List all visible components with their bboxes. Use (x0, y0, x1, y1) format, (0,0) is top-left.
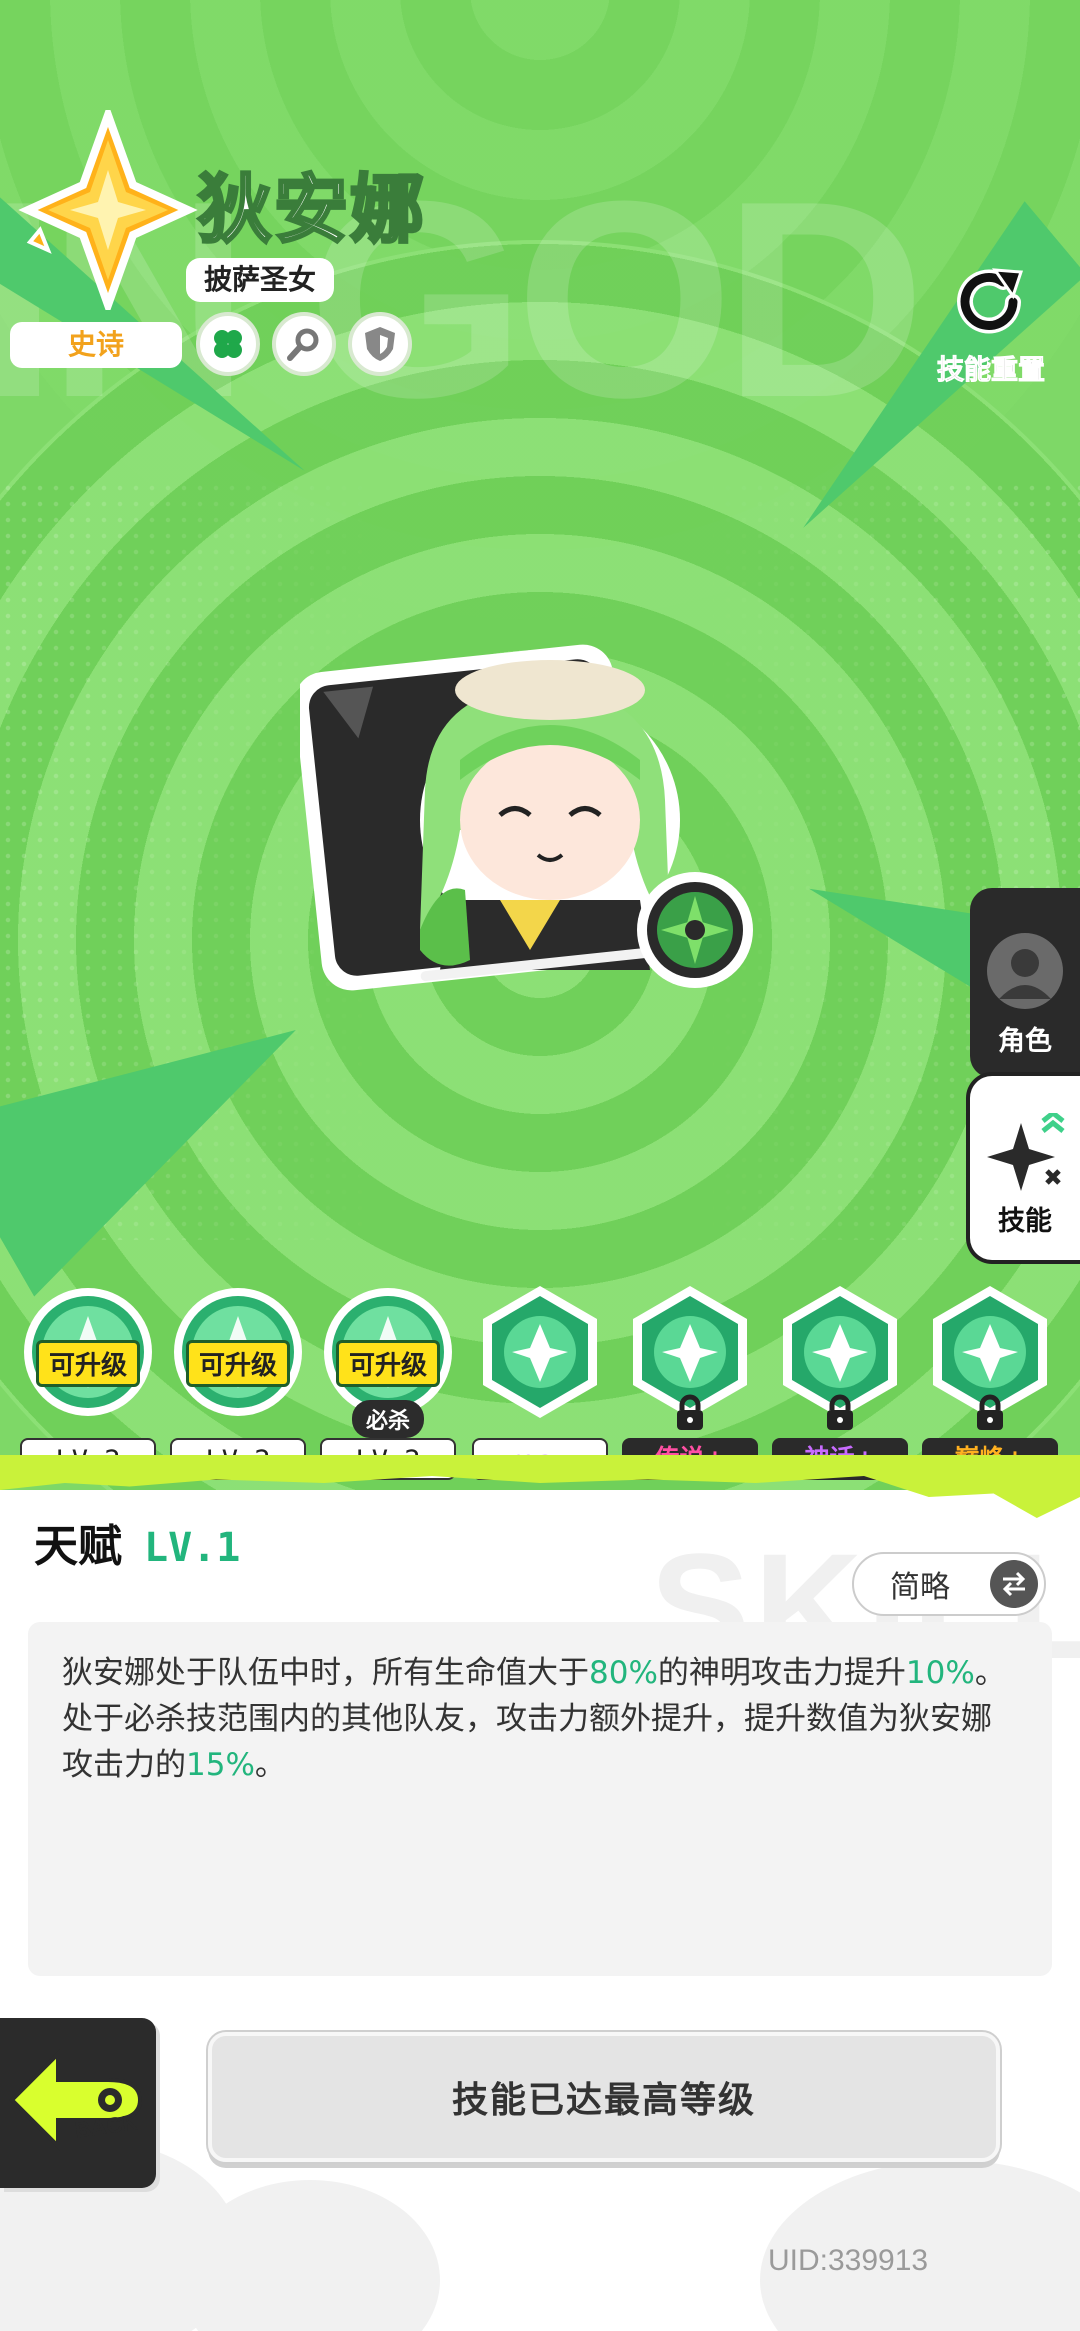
skill-slot[interactable]: 传说+ (615, 1282, 765, 1482)
skill-reset-label: 技能重置 (937, 355, 1046, 387)
shield-icon[interactable] (348, 312, 412, 376)
talent-title: 天赋 (34, 1522, 122, 1571)
description-text: 狄安娜处于队伍中时，所有生命值大于 (62, 1655, 589, 1691)
upgradable-badge: 可升级 (335, 1340, 441, 1387)
tab-role-label: 角色 (998, 1026, 1052, 1057)
reset-arrow-icon (957, 268, 1024, 334)
character-name: 狄安娜 (197, 167, 426, 253)
tab-skill-label: 技能 (998, 1206, 1052, 1237)
description-text: 。 (254, 1747, 286, 1783)
skill-slot[interactable]: 可升级必杀LV.2 (313, 1282, 463, 1482)
swap-arrows-icon (990, 1560, 1038, 1608)
upgradable-badge: 可升级 (35, 1340, 141, 1387)
skill-max-level-button[interactable]: 技能已达最高等级 (208, 2032, 1000, 2162)
description-text: 的神明攻击力提升 (657, 1655, 906, 1691)
character-portrait (300, 644, 753, 991)
description-value: 80% (589, 1655, 658, 1691)
skill-star-icon (987, 1113, 1065, 1191)
clover-icon[interactable] (196, 312, 260, 376)
character-scene: IN GOD 狄安娜 披萨圣女 史诗 技能重置 角色 技能 可升级 可升级 可升… (0, 0, 1080, 1490)
talent-level: LV.1 (144, 1525, 241, 1571)
skill-slot[interactable]: max (465, 1282, 615, 1482)
skill-slots-row: 可升级LV.2可升级LV.2可升级必杀LV.2max传说+神话+巅峰+ (0, 1282, 1080, 1482)
tab-role[interactable]: 角色 (970, 888, 1080, 1078)
lock-icon (677, 1394, 703, 1430)
magnifier-icon[interactable] (272, 312, 336, 376)
user-id: UID:339913 (768, 2244, 929, 2277)
skill-max-level-label: 技能已达最高等级 (451, 2080, 756, 2121)
avatar-icon (987, 933, 1063, 1009)
rarity-label: 史诗 (10, 322, 182, 368)
lock-icon (827, 1394, 853, 1430)
ultimate-tag: 必杀 (351, 1400, 425, 1438)
skill-slot[interactable]: 神话+ (765, 1282, 915, 1482)
lock-icon (977, 1394, 1003, 1430)
skill-slot[interactable]: 可升级LV.2 (13, 1282, 163, 1482)
brief-toggle-label: 简略 (890, 1570, 950, 1605)
description-value: 15% (186, 1747, 255, 1783)
character-title: 披萨圣女 (186, 258, 335, 302)
upgradable-badge: 可升级 (185, 1340, 291, 1387)
back-button[interactable]: BACK (0, 2018, 156, 2188)
talent-description: 狄安娜处于队伍中时，所有生命值大于80%的神明攻击力提升10%。处于必杀技范围内… (28, 1622, 1052, 1976)
talent-header: 天赋 LV.1 (34, 1510, 240, 1574)
brief-toggle-button[interactable]: 简略 (852, 1552, 1046, 1616)
skill-icon (483, 1286, 597, 1418)
description-value: 10% (905, 1655, 975, 1691)
skill-slot[interactable]: 可升级LV.2 (163, 1282, 313, 1482)
skill-slot[interactable]: 巅峰+ (915, 1282, 1065, 1482)
rarity-star-emblem (18, 110, 198, 310)
skill-reset-button[interactable]: 技能重置 (916, 262, 1066, 387)
tab-skill[interactable]: 技能 (970, 1076, 1080, 1260)
